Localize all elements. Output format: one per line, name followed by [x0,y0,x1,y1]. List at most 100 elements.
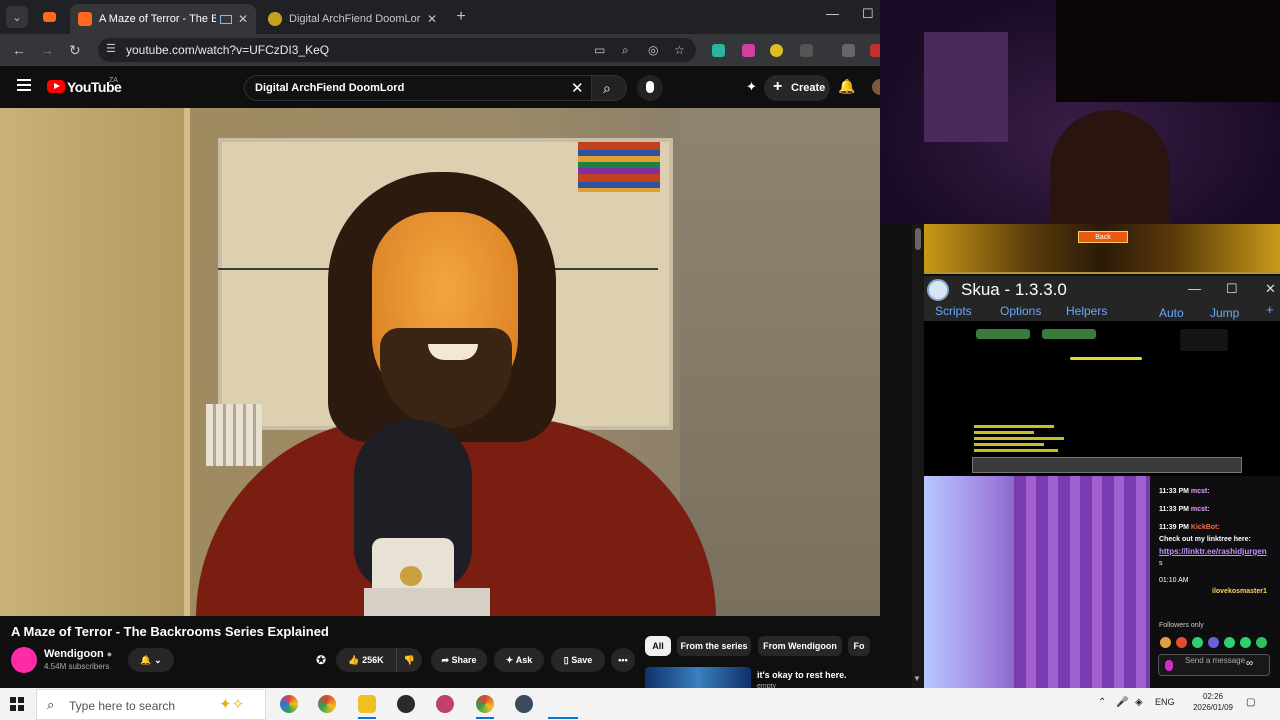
minimize-window-icon[interactable]: — [826,6,839,21]
skua-menu-auto[interactable]: Auto [1159,306,1184,320]
app-icon[interactable] [436,695,454,713]
chat-username[interactable]: ilovekosmaster1 [1212,588,1267,595]
recommended-thumbnail[interactable] [645,667,751,688]
skua-maximize-icon[interactable]: ☐ [1226,281,1238,297]
extension-translate-icon[interactable] [712,44,725,57]
skua-game-viewport[interactable] [924,321,1280,476]
chat-settings-icon[interactable]: ∞ [1246,658,1253,669]
hamburger-menu-icon[interactable] [17,79,31,91]
cast-icon[interactable]: ▭ [594,43,605,57]
tab-search-button[interactable]: ⌄ [6,6,28,28]
save-button[interactable]: ▯ Save [551,648,605,672]
maximize-window-icon[interactable]: ☐ [862,6,874,22]
bookmark-star-icon[interactable]: ☆ [674,43,685,57]
game-back-button[interactable]: Back [1078,231,1128,243]
chip-truncated[interactable]: Fo [848,636,870,656]
skua-app-icon[interactable] [515,695,533,713]
emote-icon[interactable] [1240,637,1251,648]
skua-menu-helpers[interactable]: Helpers [1066,304,1107,318]
recommended-title[interactable]: it's okay to rest here. [757,670,847,680]
skua-close-icon[interactable]: ✕ [1265,281,1276,297]
tracking-protection-icon[interactable]: ◎ [648,43,658,57]
chrome-icon[interactable] [318,695,336,713]
tray-overflow-icon[interactable]: ⌃ [1098,697,1106,708]
video-player[interactable] [0,108,880,616]
language-indicator[interactable]: ENG [1155,697,1175,707]
skua-menu-options[interactable]: Options [1000,304,1041,318]
channel-avatar[interactable] [11,647,37,673]
extension-pink-icon[interactable] [742,44,755,57]
share-button[interactable]: ➦ Share [431,648,487,672]
profile-icon[interactable] [870,44,880,57]
taskbar-search-box[interactable]: ⌕ Type here to search ✦✧ [36,689,266,720]
chat-message-input[interactable]: Send a message [1158,654,1270,676]
search-button[interactable]: ⌕ [591,75,627,101]
extensions-puzzle-icon[interactable] [800,44,813,57]
dislike-button[interactable]: 👎 [396,648,422,672]
forward-arrow-icon[interactable]: → [40,42,54,58]
skua-add-icon[interactable]: + [1266,302,1274,317]
create-button[interactable]: + Create [764,75,830,101]
ai-sparkle-icon[interactable]: ✦ [746,79,757,95]
page-scrollbar[interactable] [912,224,924,688]
chat-username[interactable]: mcst: [1191,488,1210,495]
game-action-bar[interactable] [972,457,1242,473]
site-info-icon[interactable]: ☰ [106,42,116,55]
chip-all[interactable]: All [645,636,671,656]
microphone-tray-icon[interactable]: 🎤 [1116,697,1128,708]
address-bar[interactable]: ☰ youtube.com/watch?v=UFCzDI3_KeQ ▭ ⌕ ◎ … [98,38,696,62]
zoom-icon[interactable]: ⌕ [622,43,629,58]
chat-username[interactable]: KickBot: [1191,524,1220,531]
chat-username[interactable]: mcst: [1191,506,1210,513]
new-tab-button[interactable]: + [450,6,472,28]
skua-menu-scripts[interactable]: Scripts [935,304,972,318]
chip-from-wendigoon[interactable]: From Wendigoon [758,636,842,656]
ask-button[interactable]: ✦ Ask [494,648,544,672]
video-door [0,108,190,616]
notification-center-icon[interactable]: ▢ [1246,697,1255,708]
taskbar-clock[interactable]: 02:26 2026/01/09 [1188,691,1238,713]
reload-icon[interactable]: ↻ [69,42,81,59]
chrome-icon[interactable] [476,695,494,713]
emote-icon[interactable] [1224,637,1235,648]
extension-yellow-icon[interactable] [770,44,783,57]
subscribed-bell-button[interactable]: 🔔 ⌄ [128,648,174,672]
emote-icon[interactable] [1160,637,1171,648]
browser-toolbar: ← → ↻ ☰ youtube.com/watch?v=UFCzDI3_KeQ … [0,34,880,66]
file-explorer-icon[interactable] [358,695,376,713]
chat-link[interactable]: https://linktr.ee/rashidjurgen [1159,547,1267,556]
search-input[interactable]: Digital ArchFiend DoomLord ✕ [244,75,592,101]
scrollbar-thumb[interactable] [915,228,921,250]
obs-icon[interactable] [397,695,415,713]
network-icon[interactable]: ◈ [1135,697,1143,708]
skua-menu-jump[interactable]: Jump [1210,306,1239,320]
skua-minimize-icon[interactable]: — [1188,281,1201,296]
like-button[interactable]: 👍 256K [336,648,396,672]
emote-icon[interactable] [1176,637,1187,648]
channel-name[interactable]: Wendigoon ● [44,648,112,660]
account-avatar[interactable] [872,79,880,95]
pinned-tab-youtube[interactable] [38,6,60,28]
windows-start-icon[interactable] [10,697,24,711]
notifications-bell-icon[interactable]: 🔔 [838,78,855,95]
close-tab-icon[interactable]: ✕ [427,12,437,26]
voice-search-button[interactable] [637,75,663,101]
emote-icon[interactable] [1208,637,1219,648]
clear-search-icon[interactable]: ✕ [571,79,584,97]
emote-icon[interactable] [1192,637,1203,648]
chat-time: 11:33 PM [1159,488,1189,495]
scroll-down-arrow-icon[interactable]: ▼ [913,674,921,683]
more-actions-button[interactable]: ••• [611,648,635,672]
create-label: Create [791,82,826,94]
back-arrow-icon[interactable]: ← [12,42,26,58]
copilot-icon[interactable] [280,695,298,713]
side-panel-icon[interactable] [842,44,855,57]
tab-maze-of-terror[interactable]: A Maze of Terror - The Backrooms Series … [70,4,256,34]
youtube-logo-icon[interactable] [47,80,65,93]
chip-from-the-series[interactable]: From the series [677,636,751,656]
tab-digital-archfiend[interactable]: Digital ArchFiend DoomLord (Skua) ✕ [260,4,446,34]
close-tab-icon[interactable]: ✕ [238,12,248,26]
chat-log-line [974,449,1058,452]
emote-icon[interactable] [1256,637,1267,648]
donate-icon[interactable]: ✪ [316,653,326,667]
